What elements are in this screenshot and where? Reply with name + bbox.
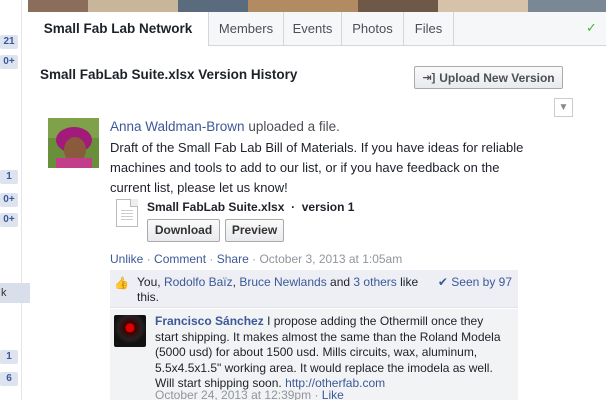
rail-badge[interactable]: 1 — [0, 350, 18, 364]
comment-like-link[interactable]: Like — [322, 388, 344, 400]
page-title: Small FabLab Suite.xlsx Version History — [40, 67, 298, 82]
liker-link[interactable]: Rodolfo Baïz — [164, 275, 233, 289]
share-link[interactable]: Share — [217, 252, 249, 266]
rail-badge[interactable]: 6 — [0, 372, 18, 386]
rail-selected-item[interactable]: k — [0, 283, 30, 303]
upload-icon: ⇥] — [422, 72, 436, 84]
likes-summary: 👍 You, Rodolfo Baïz, Bruce Newlands and … — [110, 270, 518, 308]
thumbs-up-icon: 👍 — [114, 276, 129, 290]
download-button[interactable]: Download — [147, 219, 220, 242]
commenter-avatar[interactable] — [114, 315, 146, 347]
check-icon: ✔ — [437, 275, 448, 289]
file-version: version 1 — [301, 200, 355, 214]
left-rail: 21 0+ 1 0+ 0+ k 1 6 — [0, 0, 30, 400]
comment-meta: October 24, 2013 at 12:39pm · Like — [155, 388, 344, 400]
tab-photos[interactable]: Photos — [341, 12, 403, 46]
unlike-link[interactable]: Unlike — [110, 252, 143, 266]
rail-badge[interactable]: 21 — [0, 35, 18, 49]
likes-text: You, Rodolfo Baïz, Bruce Newlands and 3 … — [137, 275, 419, 304]
comment-link[interactable]: Comment — [154, 252, 206, 266]
post-timestamp[interactable]: October 3, 2013 at 1:05am — [259, 252, 402, 266]
file-name[interactable]: Small FabLab Suite.xlsx — [147, 200, 284, 214]
file-title: Small FabLab Suite.xlsx · version 1 — [147, 200, 354, 214]
upload-button-label: Upload New Version — [439, 70, 555, 85]
post-body: Draft of the Small Fab Lab Bill of Mater… — [110, 140, 524, 195]
commenter-name[interactable]: Francisco Sánchez — [155, 314, 264, 328]
tab-group-name[interactable]: Small Fab Lab Network — [28, 12, 208, 47]
tab-members[interactable]: Members — [208, 12, 283, 46]
comment: Francisco Sánchez I propose adding the O… — [110, 309, 518, 400]
others-link[interactable]: 3 others — [353, 275, 396, 289]
liker-link[interactable]: Bruce Newlands — [239, 275, 326, 289]
check-icon: ✓ — [586, 20, 597, 35]
rail-badge[interactable]: 0+ — [0, 193, 18, 207]
avatar[interactable] — [48, 118, 99, 168]
post-action-text: uploaded a file. — [248, 119, 340, 134]
rail-badge[interactable]: 0+ — [0, 55, 18, 69]
rail-badge[interactable]: 0+ — [0, 213, 18, 227]
post-header: Anna Waldman-Brown uploaded a file. — [110, 119, 340, 134]
preview-button[interactable]: Preview — [225, 219, 284, 242]
tab-files[interactable]: Files — [403, 12, 453, 46]
rail-badge[interactable]: 1 — [0, 170, 18, 184]
file-icon — [116, 199, 138, 227]
file-separator: · — [287, 200, 299, 214]
tab-divider — [453, 12, 454, 46]
group-tabs: Small Fab Lab Network Members Events Pho… — [28, 12, 606, 47]
tab-events[interactable]: Events — [283, 12, 341, 46]
comment-timestamp[interactable]: October 24, 2013 at 12:39pm — [155, 388, 311, 400]
comment-text: Francisco Sánchez I propose adding the O… — [155, 314, 507, 392]
upload-new-version-button[interactable]: ⇥] Upload New Version — [414, 66, 563, 89]
post-actions: Unlike · Comment · Share · October 3, 20… — [110, 252, 403, 266]
cover-photo — [28, 0, 606, 12]
seen-by[interactable]: ✔ Seen by 97 — [438, 275, 512, 289]
chevron-down-icon[interactable]: ▼ — [554, 98, 573, 117]
post-author-link[interactable]: Anna Waldman-Brown — [110, 119, 245, 134]
